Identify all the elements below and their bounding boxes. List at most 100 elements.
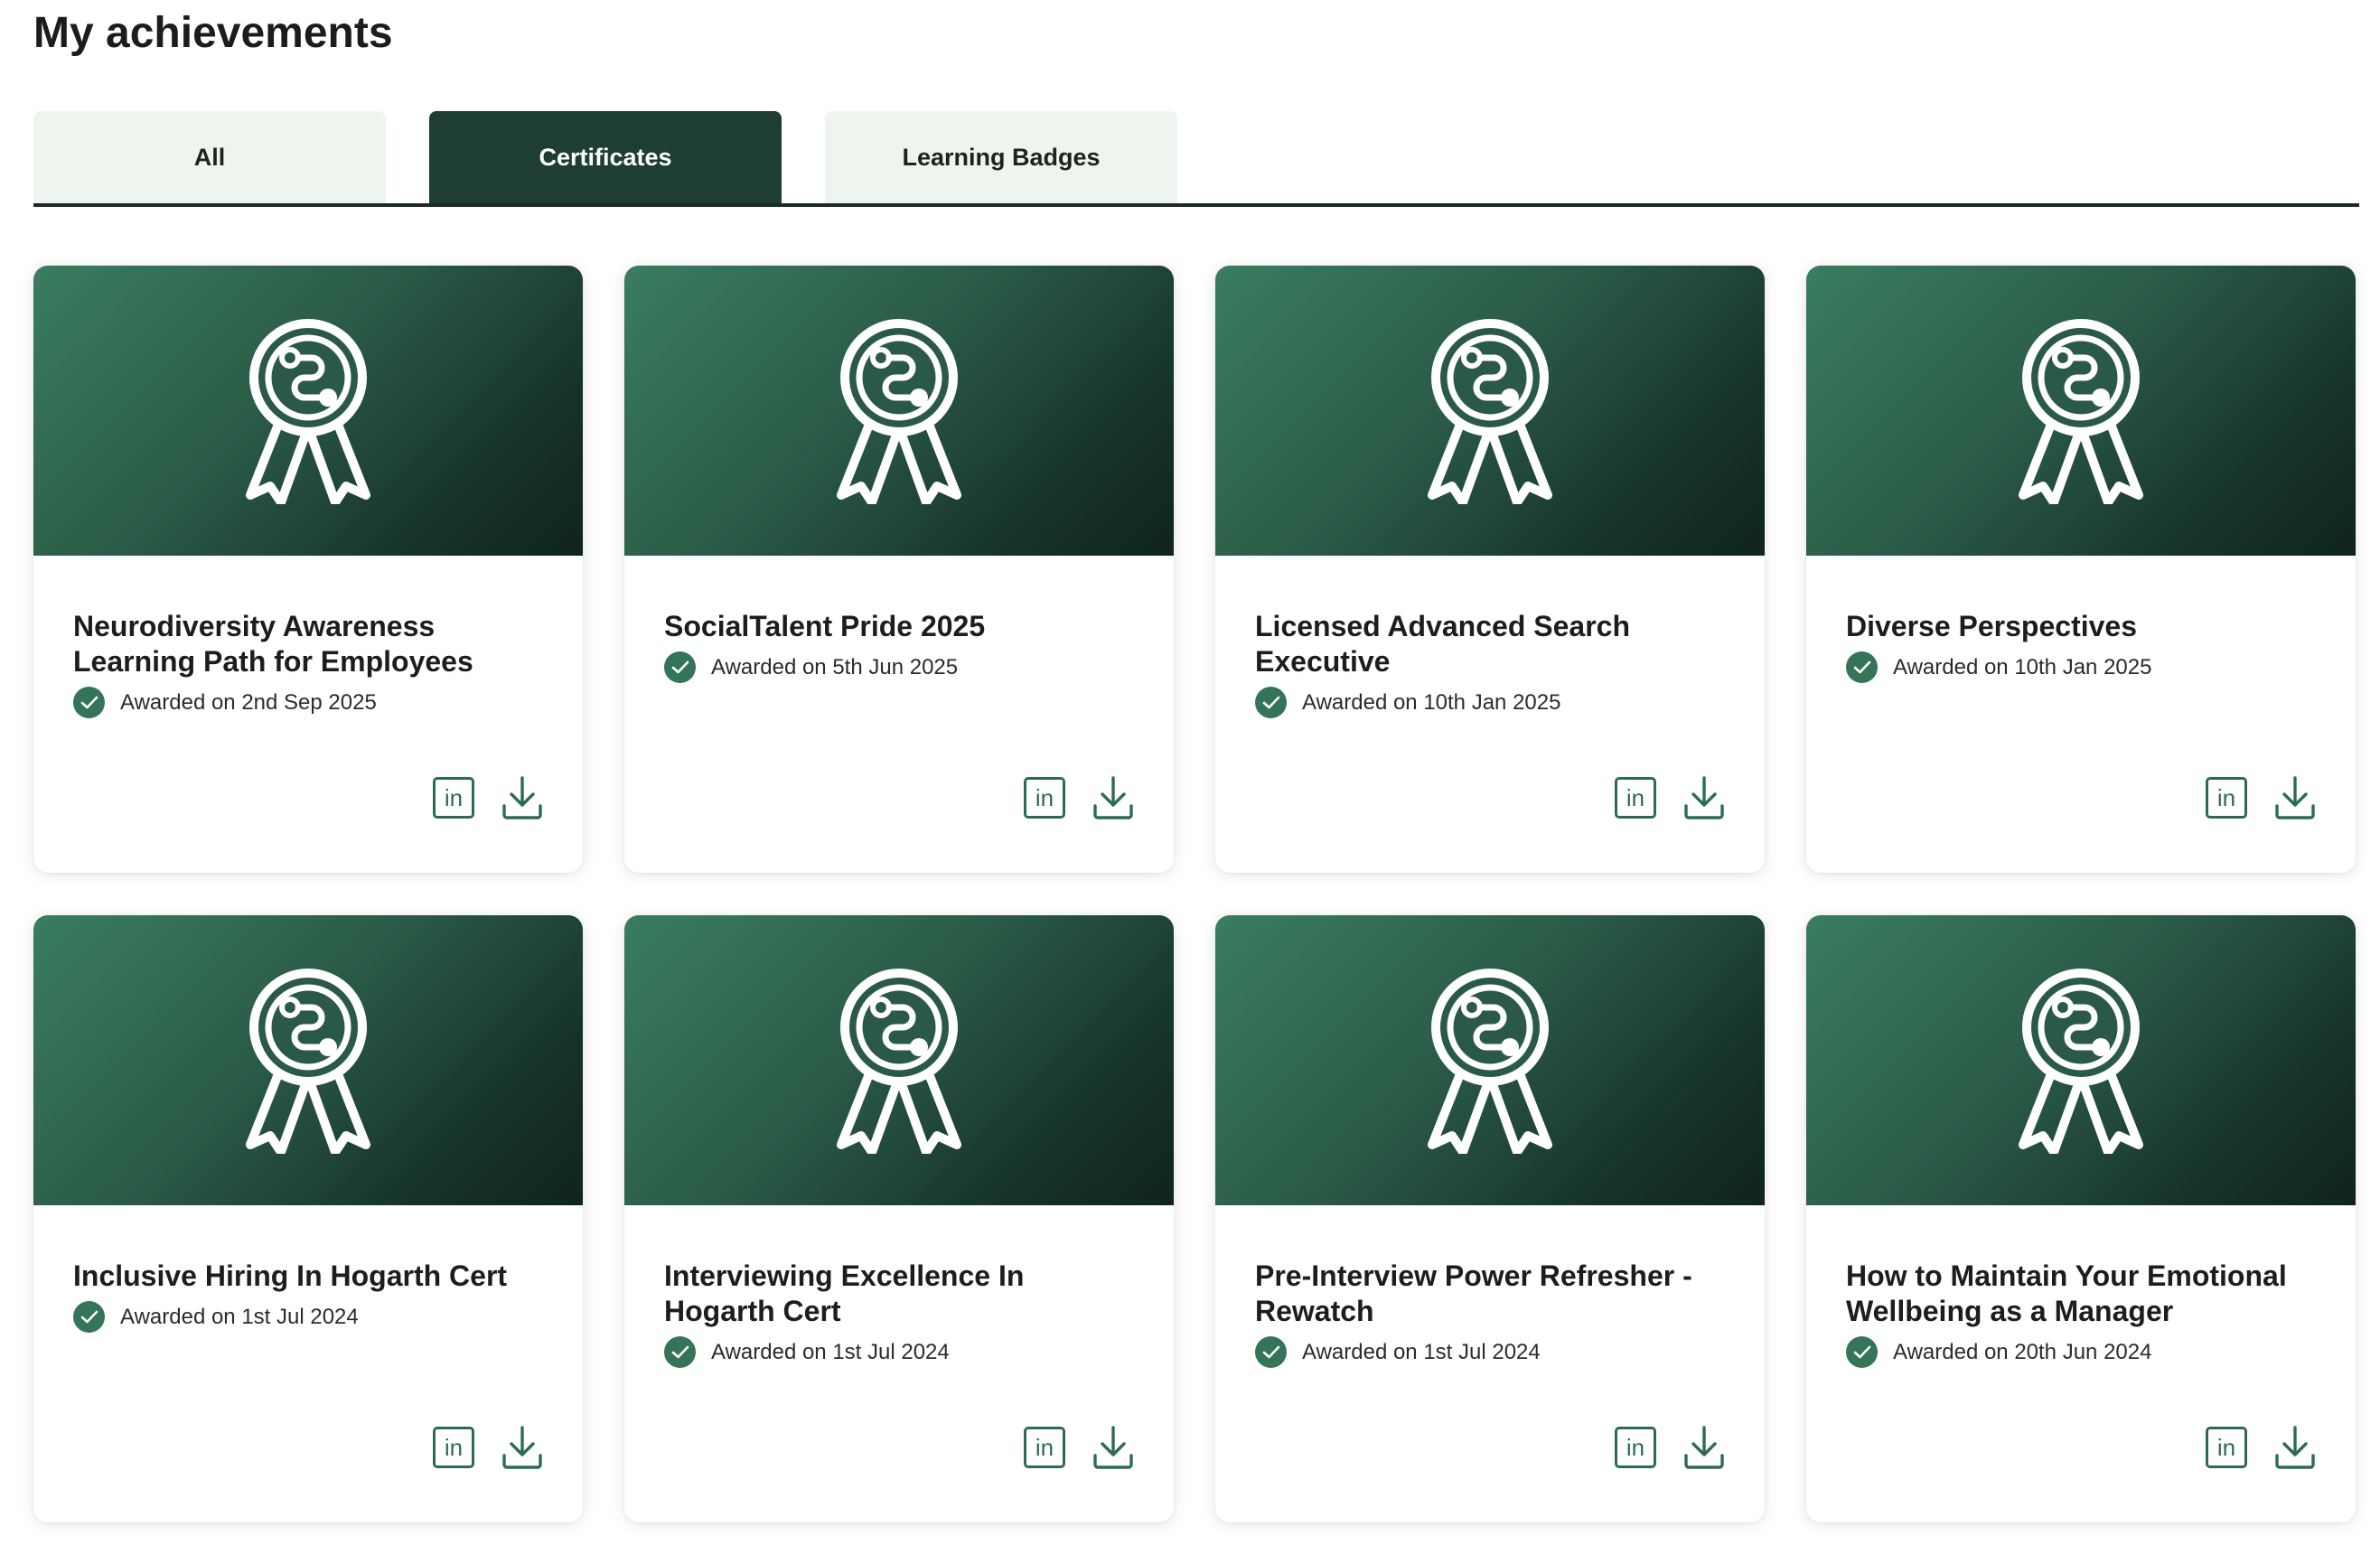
award-ribbon-icon bbox=[2019, 968, 2143, 1154]
certificate-banner bbox=[1806, 266, 2356, 556]
awarded-date: Awarded on 5th Jun 2025 bbox=[711, 654, 959, 679]
award-ribbon-icon bbox=[2019, 318, 2143, 504]
certificate-banner bbox=[33, 915, 583, 1205]
certificate-title-block: Diverse Perspectives Awarded on 10th Jan… bbox=[1846, 609, 2316, 683]
tab-certificates[interactable]: Certificates bbox=[429, 111, 782, 203]
linkedin-share-button[interactable]: in bbox=[433, 777, 474, 819]
linkedin-icon: in bbox=[444, 1433, 464, 1461]
linkedin-icon: in bbox=[2216, 1433, 2236, 1461]
card-actions: in bbox=[2206, 1425, 2316, 1470]
certificate-card[interactable]: Neurodiversity Awareness Learning Path f… bbox=[33, 266, 583, 873]
check-circle-icon bbox=[1255, 1336, 1287, 1368]
certificate-title: Inclusive Hiring In Hogarth Cert bbox=[73, 1259, 508, 1292]
awarded-status: Awarded on 1st Jul 2024 bbox=[664, 1336, 1134, 1368]
linkedin-icon: in bbox=[444, 783, 464, 811]
certificate-title-block: How to Maintain Your Emotional Wellbeing… bbox=[1846, 1259, 2316, 1368]
card-actions: in bbox=[1615, 1425, 1725, 1470]
certificate-banner bbox=[1806, 915, 2356, 1205]
check-circle-icon bbox=[1846, 651, 1878, 683]
certificate-title: Licensed Advanced Search Executive bbox=[1255, 610, 1630, 678]
check-circle-icon bbox=[1846, 1336, 1878, 1368]
certificate-banner bbox=[1215, 266, 1765, 556]
certificate-card[interactable]: Licensed Advanced Search Executive Award… bbox=[1215, 266, 1765, 873]
certificate-card[interactable]: Diverse Perspectives Awarded on 10th Jan… bbox=[1806, 266, 2356, 873]
page-title: My achievements bbox=[33, 9, 393, 57]
awarded-date: Awarded on 1st Jul 2024 bbox=[711, 1339, 950, 1364]
card-actions: in bbox=[1615, 775, 1725, 820]
linkedin-icon: in bbox=[1626, 1433, 1645, 1461]
card-actions: in bbox=[433, 775, 543, 820]
check-circle-icon bbox=[664, 651, 696, 683]
check-circle-icon bbox=[664, 1336, 696, 1368]
certificate-banner bbox=[33, 266, 583, 556]
awarded-date: Awarded on 10th Jan 2025 bbox=[1302, 689, 1561, 715]
awarded-date: Awarded on 10th Jan 2025 bbox=[1893, 654, 2152, 679]
linkedin-icon: in bbox=[2216, 783, 2236, 811]
linkedin-share-button[interactable]: in bbox=[1024, 1427, 1065, 1468]
certificate-title-block: Licensed Advanced Search Executive Award… bbox=[1255, 609, 1725, 718]
linkedin-share-button[interactable]: in bbox=[1615, 1427, 1656, 1468]
check-circle-icon bbox=[73, 687, 105, 718]
certificate-banner bbox=[1215, 915, 1765, 1205]
download-icon[interactable] bbox=[1683, 775, 1725, 820]
linkedin-share-button[interactable]: in bbox=[433, 1427, 474, 1468]
certificate-title: Pre-Interview Power Refresher - Rewatch bbox=[1255, 1259, 1692, 1327]
certificate-title-block: SocialTalent Pride 2025 Awarded on 5th J… bbox=[664, 609, 1134, 683]
card-actions: in bbox=[1024, 1425, 1134, 1470]
certificate-card[interactable]: SocialTalent Pride 2025 Awarded on 5th J… bbox=[624, 266, 1174, 873]
download-icon[interactable] bbox=[1092, 775, 1134, 820]
certificate-card[interactable]: Pre-Interview Power Refresher - Rewatch … bbox=[1215, 915, 1765, 1522]
awarded-status: Awarded on 10th Jan 2025 bbox=[1255, 687, 1725, 718]
certificate-title: SocialTalent Pride 2025 bbox=[664, 610, 986, 642]
award-ribbon-icon bbox=[837, 968, 961, 1154]
card-actions: in bbox=[1024, 775, 1134, 820]
download-icon[interactable] bbox=[501, 775, 543, 820]
certificate-card[interactable]: Inclusive Hiring In Hogarth Cert Awarded… bbox=[33, 915, 583, 1522]
certificate-title-block: Inclusive Hiring In Hogarth Cert Awarded… bbox=[73, 1259, 543, 1333]
linkedin-share-button[interactable]: in bbox=[1615, 777, 1656, 819]
certificate-title: Diverse Perspectives bbox=[1846, 610, 2137, 642]
certificate-title-block: Interviewing Excellence In Hogarth Cert … bbox=[664, 1259, 1134, 1368]
linkedin-share-button[interactable]: in bbox=[1024, 777, 1065, 819]
linkedin-icon: in bbox=[1035, 783, 1054, 811]
certificate-banner bbox=[624, 915, 1174, 1205]
award-ribbon-icon bbox=[246, 968, 370, 1154]
download-icon[interactable] bbox=[501, 1425, 543, 1470]
achievements-page: My achievements All Certificates Learnin… bbox=[0, 0, 2380, 1545]
tab-learning-badges[interactable]: Learning Badges bbox=[825, 111, 1177, 203]
award-ribbon-icon bbox=[1428, 318, 1552, 504]
certificate-card[interactable]: How to Maintain Your Emotional Wellbeing… bbox=[1806, 915, 2356, 1522]
certificate-title: Neurodiversity Awareness Learning Path f… bbox=[73, 610, 473, 678]
linkedin-icon: in bbox=[1035, 1433, 1054, 1461]
awarded-date: Awarded on 1st Jul 2024 bbox=[120, 1304, 359, 1329]
tab-bar: All Certificates Learning Badges bbox=[33, 111, 2359, 207]
download-icon[interactable] bbox=[2274, 1425, 2316, 1470]
awarded-status: Awarded on 10th Jan 2025 bbox=[1846, 651, 2316, 683]
linkedin-share-button[interactable]: in bbox=[2206, 1427, 2247, 1468]
awarded-date: Awarded on 2nd Sep 2025 bbox=[120, 689, 377, 715]
awarded-date: Awarded on 1st Jul 2024 bbox=[1302, 1339, 1541, 1364]
awarded-status: Awarded on 5th Jun 2025 bbox=[664, 651, 1134, 683]
download-icon[interactable] bbox=[1683, 1425, 1725, 1470]
award-ribbon-icon bbox=[246, 318, 370, 504]
download-icon[interactable] bbox=[1092, 1425, 1134, 1470]
certificate-title: Interviewing Excellence In Hogarth Cert bbox=[664, 1259, 1025, 1327]
awarded-status: Awarded on 20th Jun 2024 bbox=[1846, 1336, 2316, 1368]
check-circle-icon bbox=[1255, 687, 1287, 718]
card-actions: in bbox=[2206, 775, 2316, 820]
awarded-date: Awarded on 20th Jun 2024 bbox=[1893, 1339, 2152, 1364]
awarded-status: Awarded on 1st Jul 2024 bbox=[73, 1301, 543, 1333]
check-circle-icon bbox=[73, 1301, 105, 1333]
linkedin-share-button[interactable]: in bbox=[2206, 777, 2247, 819]
awarded-status: Awarded on 2nd Sep 2025 bbox=[73, 687, 543, 718]
card-actions: in bbox=[433, 1425, 543, 1470]
linkedin-icon: in bbox=[1626, 783, 1645, 811]
certificate-title-block: Pre-Interview Power Refresher - Rewatch … bbox=[1255, 1259, 1725, 1368]
certificate-banner bbox=[624, 266, 1174, 556]
award-ribbon-icon bbox=[837, 318, 961, 504]
tab-all[interactable]: All bbox=[33, 111, 386, 203]
certificate-card[interactable]: Interviewing Excellence In Hogarth Cert … bbox=[624, 915, 1174, 1522]
download-icon[interactable] bbox=[2274, 775, 2316, 820]
awarded-status: Awarded on 1st Jul 2024 bbox=[1255, 1336, 1725, 1368]
certificate-title-block: Neurodiversity Awareness Learning Path f… bbox=[73, 609, 543, 718]
